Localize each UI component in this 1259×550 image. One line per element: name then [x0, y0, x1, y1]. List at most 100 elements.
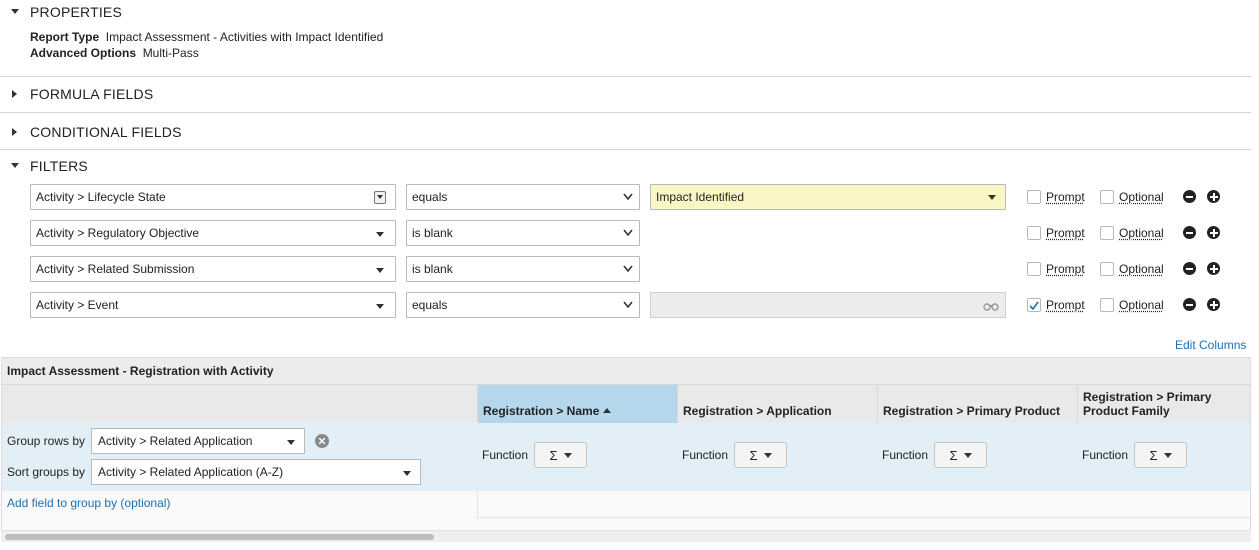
filter-value-text: Impact Identified: [656, 190, 745, 204]
caret-down-icon: [1163, 452, 1172, 458]
optional-checkbox[interactable]: [1100, 262, 1114, 276]
filter-field-select[interactable]: Activity > Related Submission: [30, 256, 396, 282]
column-header-registration-primary-product[interactable]: Registration > Primary Product: [877, 385, 1077, 423]
remove-filter-icon[interactable]: [1183, 262, 1196, 275]
add-filter-icon[interactable]: [1207, 190, 1220, 203]
caret-down-icon: [376, 304, 384, 309]
prompt-checkbox[interactable]: [1027, 298, 1041, 312]
function-select[interactable]: Σ: [1134, 442, 1187, 468]
filter-operator-select[interactable]: equals: [406, 184, 640, 210]
add-filter-icon[interactable]: [1207, 298, 1220, 311]
remove-filter-icon[interactable]: [1183, 226, 1196, 239]
filter-field-value: Activity > Event: [36, 298, 119, 312]
optional-label: Optional: [1119, 226, 1164, 240]
group-rows-label: Group rows by: [7, 434, 86, 448]
filter-field-value: Activity > Lifecycle State: [36, 190, 166, 204]
edit-columns-link[interactable]: Edit Columns: [1175, 338, 1246, 352]
prompt-checkbox[interactable]: [1027, 190, 1041, 204]
caret-down-icon: [988, 195, 996, 200]
remove-filter-icon[interactable]: [1183, 298, 1196, 311]
column-header-label: Registration > Primary Product: [883, 404, 1061, 418]
filter-operator-value: is blank: [412, 226, 453, 240]
prompt-checkbox[interactable]: [1027, 262, 1041, 276]
filter-field-select[interactable]: Activity > Event: [30, 292, 396, 318]
column-header-registration-name[interactable]: Registration > Name: [477, 385, 677, 423]
optional-checkbox[interactable]: [1100, 298, 1114, 312]
column-header-label: Registration > Name: [483, 404, 600, 418]
filter-operator-value: equals: [412, 190, 448, 204]
divider: [0, 112, 1251, 113]
filters-title: FILTERS: [30, 158, 88, 174]
chevron-down-icon: [623, 193, 633, 201]
column-header-label: Registration > Primary Product Family: [1083, 390, 1212, 418]
properties-section-header[interactable]: PROPERTIES: [0, 3, 122, 21]
filter-operator-value: is blank: [412, 262, 453, 276]
filter-operator-value: equals: [412, 298, 448, 312]
empty-cell-area: [477, 491, 1250, 517]
function-label: Function: [882, 448, 929, 462]
prompt-checkbox[interactable]: [1027, 226, 1041, 240]
sort-groups-label: Sort groups by: [7, 465, 86, 479]
filter-operator-select[interactable]: is blank: [406, 256, 640, 282]
prompt-label: Prompt: [1046, 190, 1085, 204]
divider: [477, 517, 1250, 518]
optional-label: Optional: [1119, 190, 1164, 204]
sort-asc-icon: [603, 408, 612, 413]
binoculars-icon[interactable]: [983, 301, 999, 311]
advanced-options-value: Multi-Pass: [142, 46, 199, 60]
scrollbar-thumb[interactable]: [5, 534, 434, 540]
add-filter-icon[interactable]: [1207, 226, 1220, 239]
filter-field-value: Activity > Regulatory Objective: [36, 226, 200, 240]
filter-value-select[interactable]: Impact Identified: [650, 184, 1006, 210]
optional-label: Optional: [1119, 262, 1164, 276]
grid-title: Impact Assessment - Registration with Ac…: [2, 358, 1250, 385]
caret-right-icon: [0, 128, 30, 136]
remove-filter-icon[interactable]: [1183, 190, 1196, 203]
report-type-label: Report Type: [30, 30, 100, 44]
caret-down-icon: [376, 268, 384, 273]
report-type-row: Report Type Impact Assessment - Activiti…: [30, 30, 383, 44]
chevron-down-icon: [623, 301, 633, 309]
report-grid: Impact Assessment - Registration with Ac…: [1, 357, 1251, 542]
caret-down-icon: [287, 440, 295, 445]
function-select[interactable]: Σ: [734, 442, 787, 468]
filter-value-lookup[interactable]: [650, 292, 1006, 318]
function-select[interactable]: Σ: [934, 442, 987, 468]
formula-fields-section-header[interactable]: FORMULA FIELDS: [0, 85, 153, 103]
prompt-label: Prompt: [1046, 226, 1085, 240]
filter-field-select[interactable]: Activity > Regulatory Objective: [30, 220, 396, 246]
sigma-icon: Σ: [549, 447, 558, 463]
filter-field-select[interactable]: Activity > Lifecycle State: [30, 184, 396, 210]
clear-group-icon[interactable]: [315, 434, 329, 448]
conditional-fields-section-header[interactable]: CONDITIONAL FIELDS: [0, 123, 182, 141]
properties-title: PROPERTIES: [30, 4, 122, 20]
caret-down-icon: [963, 452, 972, 458]
function-label: Function: [1082, 448, 1129, 462]
optional-checkbox[interactable]: [1100, 190, 1114, 204]
caret-down-icon: [0, 9, 30, 15]
column-header-label: Registration > Application: [683, 404, 832, 418]
optional-checkbox[interactable]: [1100, 226, 1114, 240]
column-header-registration-application[interactable]: Registration > Application: [677, 385, 877, 423]
group-rows-select[interactable]: Activity > Related Application: [91, 428, 305, 454]
add-group-field-link[interactable]: Add field to group by (optional): [7, 496, 170, 510]
horizontal-scrollbar[interactable]: [1, 530, 1251, 542]
function-select[interactable]: Σ: [534, 442, 587, 468]
sort-groups-select[interactable]: Activity > Related Application (A-Z): [91, 459, 421, 485]
formula-fields-title: FORMULA FIELDS: [30, 86, 154, 102]
column-header-registration-primary-product-family[interactable]: Registration > Primary Product Family: [1077, 385, 1250, 423]
sigma-icon: Σ: [749, 447, 758, 463]
divider: [0, 76, 1251, 77]
check-icon: [1029, 301, 1039, 310]
chevron-down-icon: [623, 265, 633, 273]
chevron-down-icon: [623, 229, 633, 237]
add-filter-icon[interactable]: [1207, 262, 1220, 275]
filter-operator-select[interactable]: is blank: [406, 220, 640, 246]
caret-down-icon: [403, 471, 411, 476]
filters-section-header[interactable]: FILTERS: [0, 157, 88, 175]
caret-down-icon: [763, 452, 772, 458]
picklist-icon[interactable]: [374, 191, 386, 204]
divider: [0, 149, 1251, 150]
function-label: Function: [682, 448, 729, 462]
filter-operator-select[interactable]: equals: [406, 292, 640, 318]
